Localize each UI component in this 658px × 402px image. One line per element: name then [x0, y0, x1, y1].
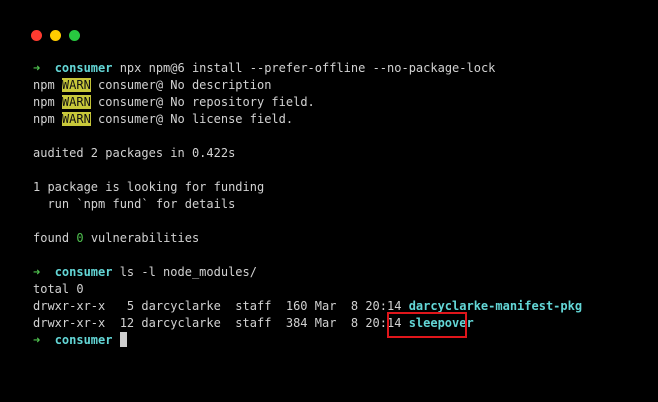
terminal-text: ls -l node_modules/	[112, 265, 257, 279]
terminal-line: npm WARN consumer@ No description	[33, 77, 582, 94]
minimize-button[interactable]	[50, 30, 61, 41]
terminal-line: drwxr-xr-x 12 darcyclarke staff 384 Mar …	[33, 315, 582, 332]
terminal-text: drwxr-xr-x 5 darcyclarke staff 160 Mar 8…	[33, 299, 409, 313]
terminal-line: ➜ consumer npx npm@6 install --prefer-of…	[33, 60, 582, 77]
terminal-line: run `npm fund` for details	[33, 196, 582, 213]
terminal-text: consumer@ No repository field.	[90, 95, 315, 109]
terminal-line: 1 package is looking for funding	[33, 179, 582, 196]
terminal-line: ➜ consumer ls -l node_modules/	[33, 264, 582, 281]
terminal-line: total 0	[33, 281, 582, 298]
prompt-arrow-icon: ➜	[33, 265, 55, 279]
terminal-text: 0	[76, 231, 84, 245]
terminal-line: ➜ consumer	[33, 332, 582, 349]
warn-badge: WARN	[61, 95, 91, 109]
window-controls	[31, 30, 80, 41]
directory-name: consumer	[54, 333, 113, 347]
terminal-text: npx npm@6 install --prefer-offline --no-…	[112, 61, 496, 75]
terminal-line: npm WARN consumer@ No repository field.	[33, 94, 582, 111]
terminal-text: drwxr-xr-x 12 darcyclarke staff 384 Mar …	[33, 316, 409, 330]
prompt-arrow-icon: ➜	[33, 61, 55, 75]
cursor	[119, 332, 127, 347]
terminal-text: npm	[33, 95, 62, 109]
terminal-text: 1 package is looking for funding	[33, 180, 265, 194]
terminal-text: found	[33, 231, 77, 245]
warn-badge: WARN	[61, 112, 91, 126]
terminal-text: total 0	[33, 282, 84, 296]
directory-name: consumer	[54, 61, 113, 75]
terminal-text: npm	[33, 112, 62, 126]
terminal-text: vulnerabilities	[83, 231, 200, 245]
terminal-line: audited 2 packages in 0.422s	[33, 145, 582, 162]
terminal-text: consumer@ No description	[90, 78, 272, 92]
terminal-text: consumer@ No license field.	[90, 112, 294, 126]
directory-name: consumer	[54, 265, 113, 279]
terminal-text: run `npm fund` for details	[33, 197, 236, 211]
highlight-box-sleepover	[387, 312, 467, 338]
close-button[interactable]	[31, 30, 42, 41]
maximize-button[interactable]	[69, 30, 80, 41]
warn-badge: WARN	[61, 78, 91, 92]
terminal-text: audited 2 packages in 0.422s	[33, 146, 236, 160]
directory-name: darcyclarke-manifest-pkg	[408, 299, 583, 313]
prompt-arrow-icon: ➜	[33, 333, 55, 347]
terminal-output[interactable]: ➜ consumer npx npm@6 install --prefer-of…	[33, 60, 582, 349]
terminal-line: npm WARN consumer@ No license field.	[33, 111, 582, 128]
terminal-text: npm	[33, 78, 62, 92]
terminal-line: drwxr-xr-x 5 darcyclarke staff 160 Mar 8…	[33, 298, 582, 315]
terminal-line: found 0 vulnerabilities	[33, 230, 582, 247]
